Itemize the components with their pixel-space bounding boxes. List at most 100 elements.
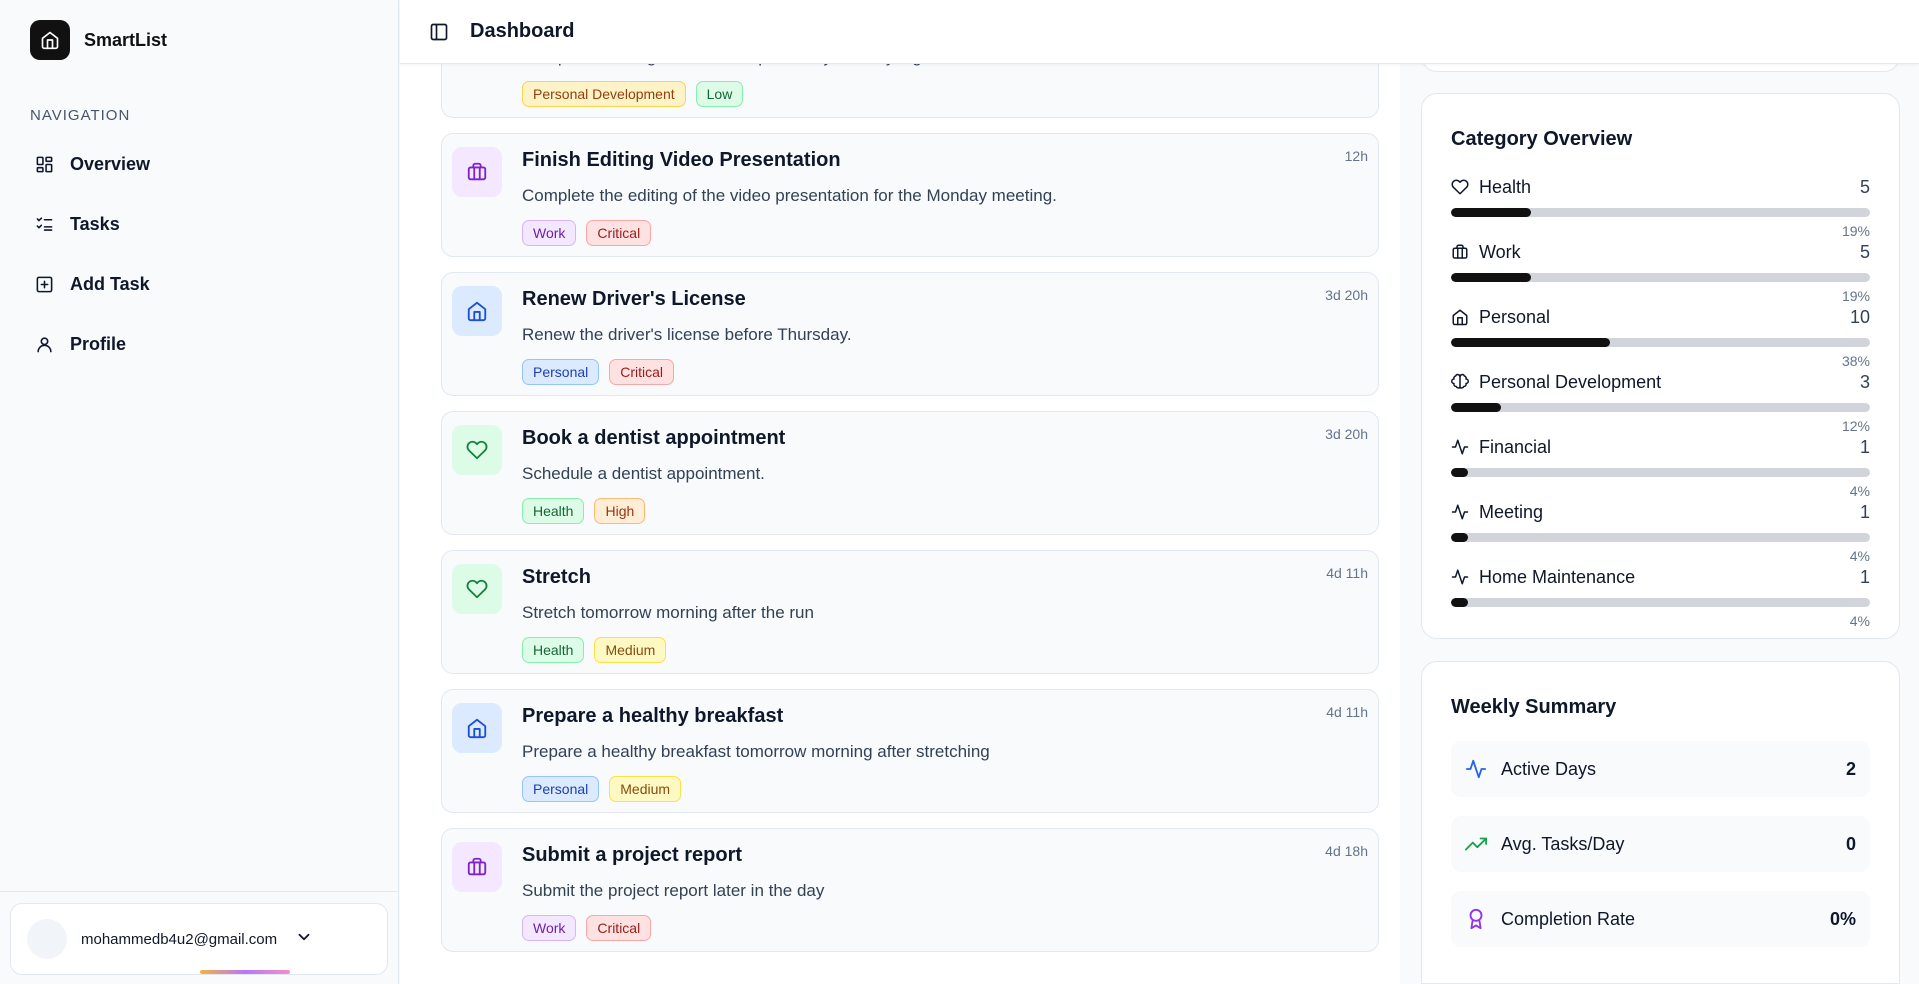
category-row: Health 5 19% [1451, 176, 1870, 241]
top-header: Dashboard [400, 0, 1919, 64]
task-tags: Personal Medium [522, 776, 682, 802]
task-due-time: 4d 11h [1326, 704, 1368, 720]
task-description: Prepare a healthy breakfast tomorrow mor… [522, 742, 990, 761]
task-description: Complete the editing of the video presen… [522, 186, 1057, 205]
task-title: Prepare a healthy breakfast [522, 705, 784, 727]
nav-heading: NAVIGATION [30, 107, 131, 124]
tag-badge: Medium [594, 637, 667, 663]
stat-label: Completion Rate [1501, 908, 1636, 929]
progress-fill [1451, 403, 1502, 412]
task-tags: Personal Development Low [522, 81, 744, 107]
category-header: Home Maintenance 1 [1451, 566, 1870, 588]
task-title: Submit a project report [522, 844, 743, 866]
user-menu[interactable]: mohammedb4u2@gmail.com [10, 903, 388, 975]
category-header: Health 5 [1451, 176, 1870, 198]
card-title: Weekly Summary [1451, 696, 1617, 718]
home-icon [1451, 308, 1469, 326]
task-tags: Health High [522, 498, 646, 524]
task-card[interactable]: Prepare a healthy breakfast Prepare a hea… [441, 689, 1379, 813]
category-count: 3 [1859, 371, 1870, 392]
task-due-time: 12h [1344, 148, 1368, 164]
task-list: Complete reading the leadership book by … [441, 0, 1379, 967]
nav-item-tasks[interactable]: Tasks [26, 200, 376, 248]
task-card[interactable]: Renew Driver's License Renew the driver's… [441, 272, 1379, 396]
progress-bar [1451, 533, 1870, 542]
tag-badge: Critical [586, 915, 652, 941]
category-name: Personal [1479, 306, 1551, 327]
nav-item-profile[interactable]: Profile [26, 320, 376, 368]
category-name: Health [1479, 176, 1532, 197]
task-description: Schedule a dentist appointment. [522, 464, 765, 483]
category-name: Personal Development [1479, 371, 1662, 392]
app-name: SmartList [84, 29, 168, 50]
weekly-summary-card: Weekly Summary Active Days 2 Avg. Tasks/Da… [1421, 661, 1900, 984]
category-row: Home Maintenance 1 4% [1451, 566, 1870, 631]
stat-value: 0% [1829, 908, 1856, 929]
right-panel: Category Overview Health 5 19% Work 5 19% Pers… [1400, 0, 1919, 984]
progress-bar [1451, 208, 1870, 217]
tag-badge: Personal Development [522, 81, 686, 107]
category-count: 1 [1859, 566, 1870, 587]
category-percent: 12% [1841, 418, 1870, 434]
progress-fill [1451, 468, 1468, 477]
divider [0, 891, 399, 892]
task-card[interactable]: Finish Editing Video Presentation Complet… [441, 133, 1379, 257]
task-feed[interactable]: Complete reading the leadership book by … [400, 0, 1400, 984]
home-icon [452, 286, 502, 336]
nav-label: Tasks [70, 213, 120, 234]
category-header: Personal 10 [1451, 306, 1870, 328]
heart-icon [452, 564, 502, 614]
brand[interactable]: SmartList [30, 20, 167, 60]
briefcase-icon [452, 842, 502, 892]
category-name: Work [1479, 241, 1521, 262]
category-count: 5 [1859, 241, 1870, 262]
progress-fill [1451, 598, 1468, 607]
category-percent: 19% [1841, 288, 1870, 304]
task-title: Stretch [522, 566, 591, 588]
task-due-time: 4d 18h [1325, 843, 1368, 859]
home-icon [30, 20, 70, 60]
grid-icon [34, 154, 54, 174]
task-card[interactable]: Submit a project report Submit the projec… [441, 828, 1379, 952]
task-card[interactable]: Book a dentist appointment Schedule a den… [441, 411, 1379, 535]
category-name: Home Maintenance [1479, 566, 1636, 587]
progress-fill [1451, 273, 1531, 282]
task-tags: Health Medium [522, 637, 667, 663]
stat-label: Active Days [1501, 758, 1597, 779]
task-card[interactable]: Stretch Stretch tomorrow morning after th… [441, 550, 1379, 674]
category-header: Work 5 [1451, 241, 1870, 263]
nav-label: Profile [70, 333, 127, 354]
category-header: Meeting 1 [1451, 501, 1870, 523]
category-header: Financial 1 [1451, 436, 1870, 458]
home-icon [452, 703, 502, 753]
nav-menu: Overview Tasks Add Task Profile [26, 140, 376, 380]
heart-icon [1451, 178, 1469, 196]
page-title: Dashboard [470, 20, 575, 42]
tag-badge: Personal [522, 359, 600, 385]
briefcase-icon [452, 147, 502, 197]
nav-item-overview[interactable]: Overview [26, 140, 376, 188]
nav-item-add-task[interactable]: Add Task [26, 260, 376, 308]
tag-badge: Health [522, 637, 585, 663]
category-percent: 38% [1841, 353, 1870, 369]
category-percent: 4% [1849, 548, 1870, 564]
category-row: Personal 10 38% [1451, 306, 1870, 371]
stat-row: Active Days 2 [1451, 741, 1870, 797]
decorative-glow [200, 970, 290, 974]
activity-icon [1451, 568, 1469, 586]
nav-label: Add Task [70, 273, 150, 294]
category-percent: 4% [1849, 613, 1870, 629]
task-title: Renew Driver's License [522, 288, 746, 310]
chevron-down-icon [295, 928, 313, 951]
category-name: Meeting [1479, 501, 1544, 522]
sidebar-toggle-icon[interactable] [428, 21, 450, 43]
category-row: Financial 1 4% [1451, 436, 1870, 501]
category-percent: 4% [1849, 483, 1870, 499]
task-due-time: 3d 20h [1325, 287, 1368, 303]
avatar [27, 919, 67, 959]
tag-badge: Medium [609, 776, 682, 802]
category-count: 5 [1859, 176, 1870, 197]
task-tags: Personal Critical [522, 359, 675, 385]
brain-icon [1451, 373, 1469, 391]
activity-icon [1465, 758, 1487, 780]
